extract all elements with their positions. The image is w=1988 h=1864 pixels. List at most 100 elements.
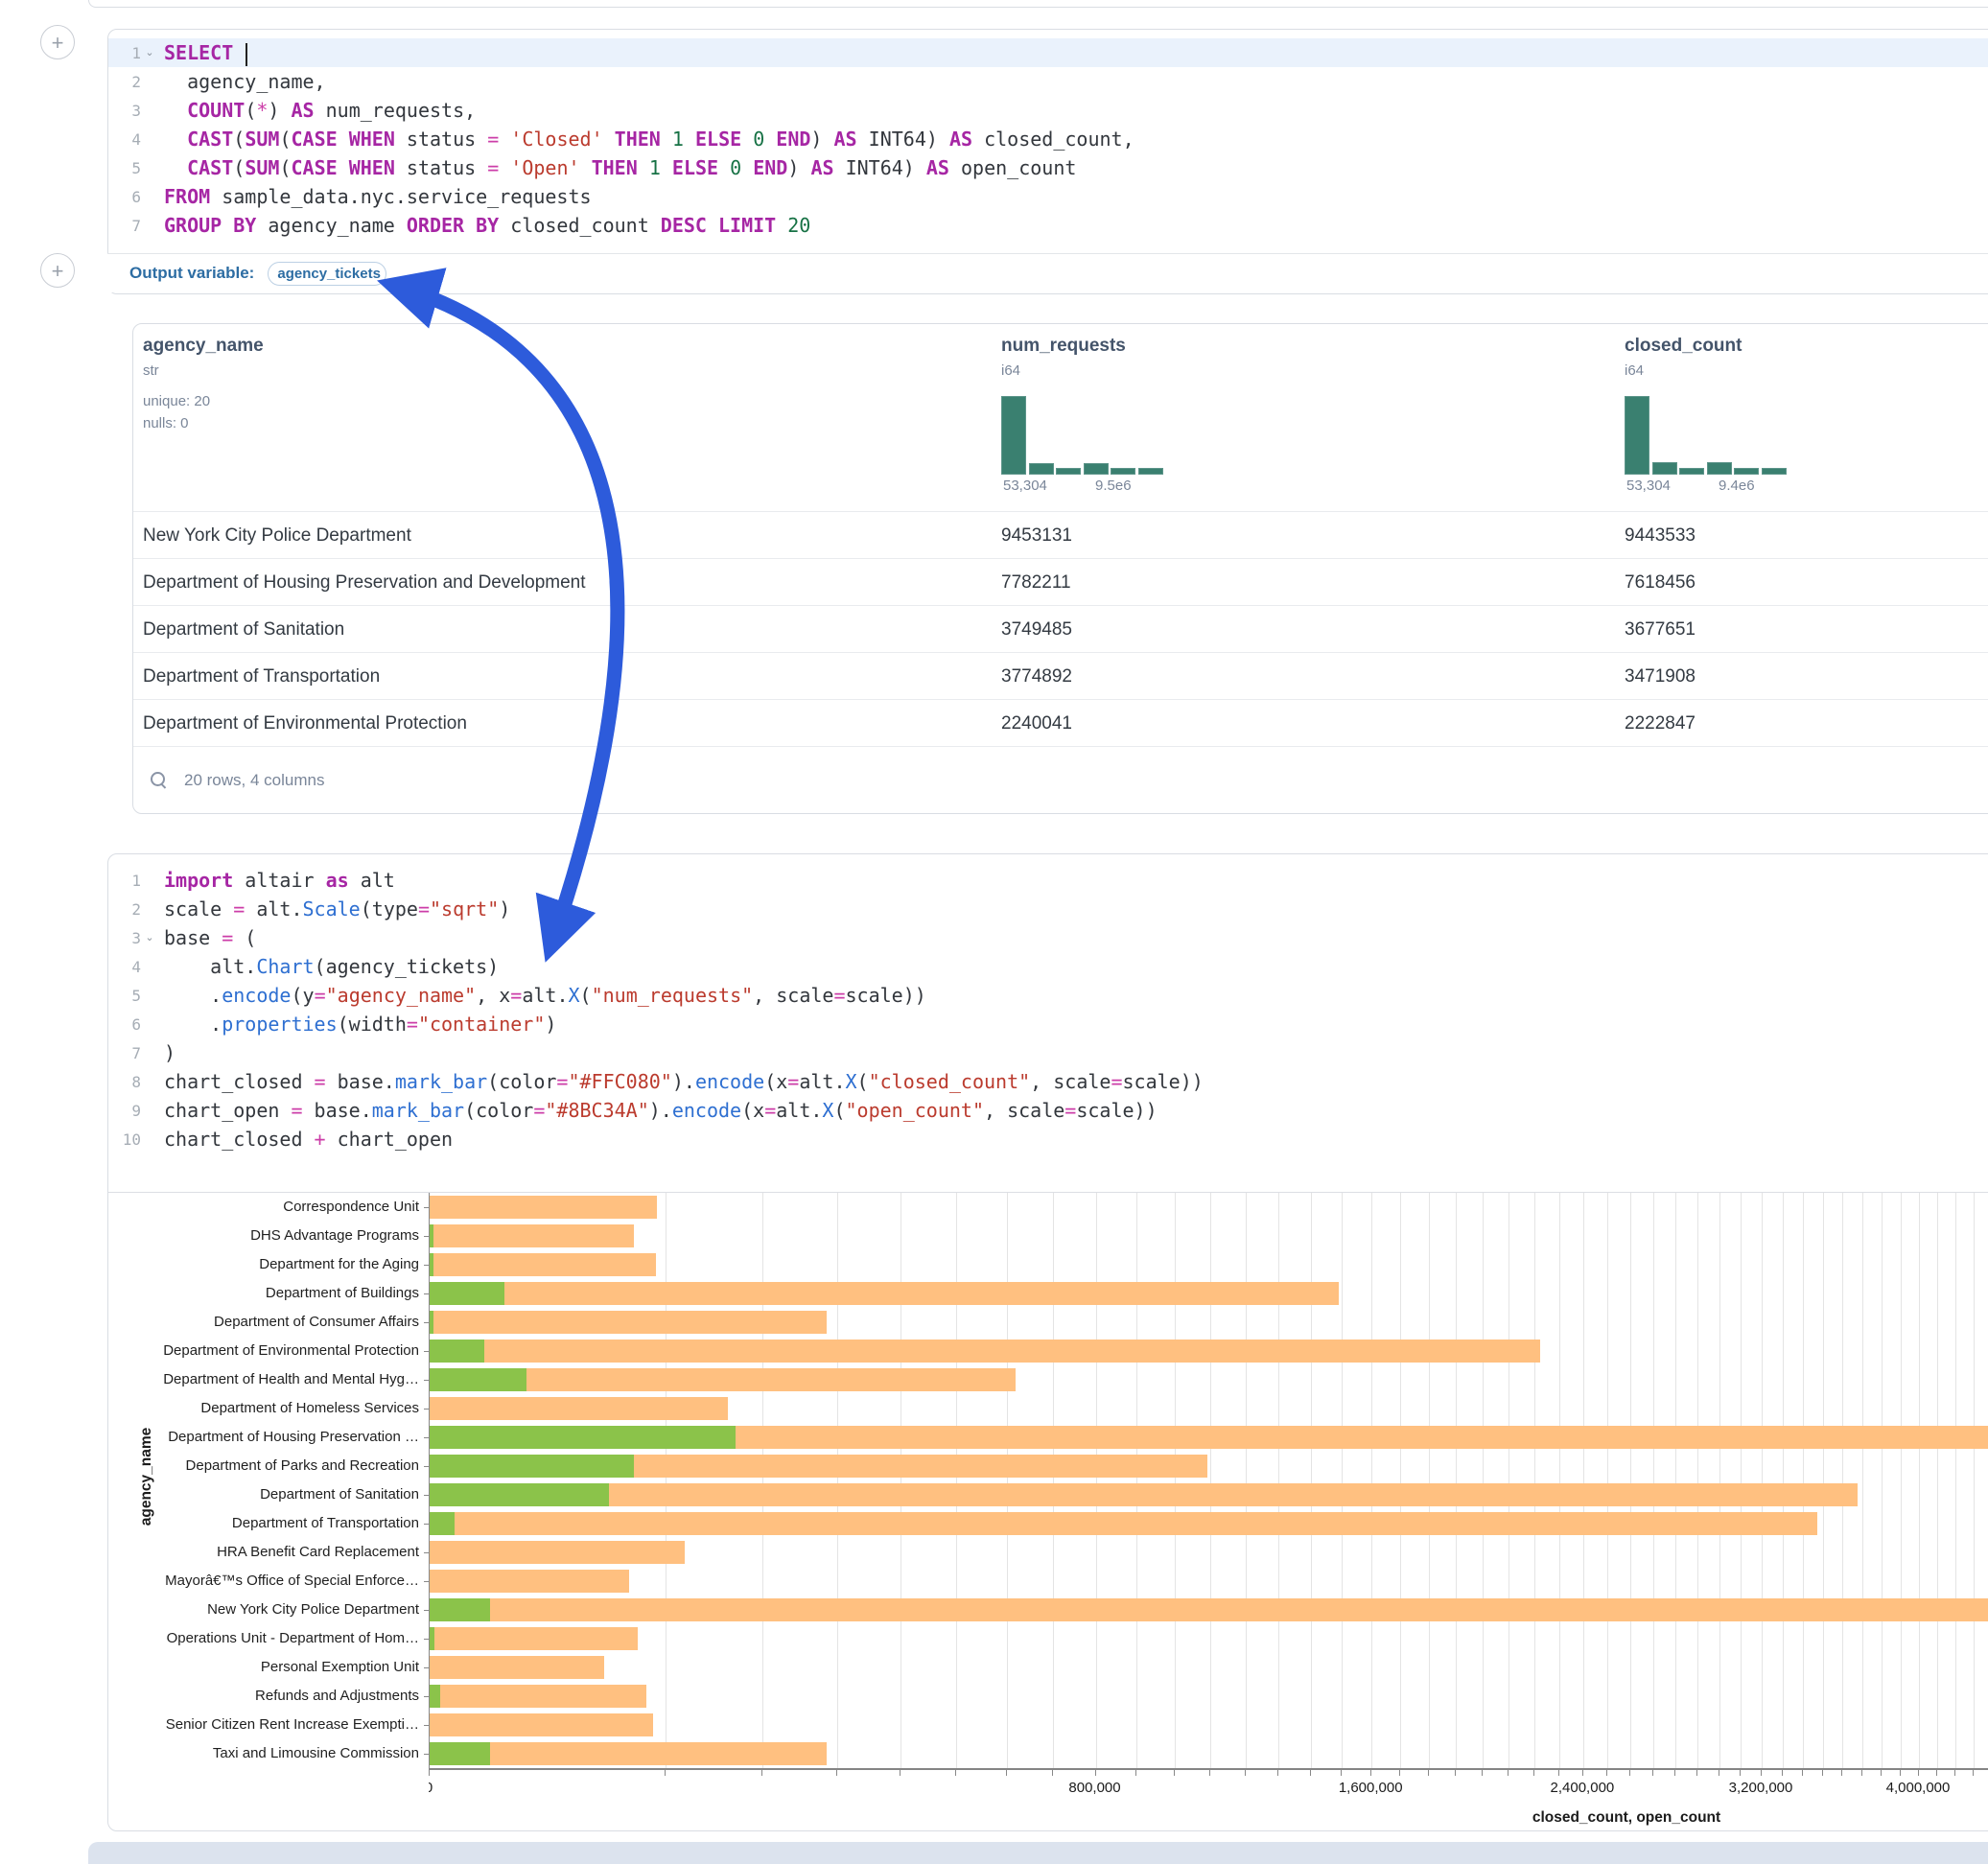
chart-gridline [1607, 1193, 1608, 1768]
chart-gridline [1278, 1193, 1279, 1768]
code-line[interactable]: 9chart_open = base.mark_bar(color="#8BC3… [108, 1096, 1988, 1125]
code-text: scale = alt.Scale(type="sqrt") [158, 895, 510, 923]
column-histogram [1001, 393, 1169, 475]
syntax-token: SUM [245, 128, 279, 151]
code-line[interactable]: 2 agency_name, [108, 67, 1988, 96]
syntax-token: "agency_name" [326, 984, 477, 1007]
syntax-token: ) [499, 897, 510, 920]
syntax-token [164, 99, 187, 122]
syntax-token: = [1111, 1070, 1122, 1093]
code-line[interactable]: 4 CAST(SUM(CASE WHEN status = 'Closed' T… [108, 125, 1988, 153]
chart-bar-closed [430, 1598, 1988, 1621]
syntax-token: ) [164, 1041, 175, 1064]
chart-gridline [1882, 1193, 1883, 1768]
table-row[interactable]: New York City Police Department945313194… [133, 511, 1988, 559]
code-line[interactable]: 3⌄base = ( [108, 923, 1988, 952]
code-line[interactable]: 4 alt.Chart(agency_tickets) [108, 952, 1988, 981]
code-line[interactable]: 10chart_closed + chart_open [108, 1125, 1988, 1153]
syntax-token: = [407, 1013, 418, 1036]
syntax-token: (color [464, 1099, 533, 1122]
syntax-token: = [833, 984, 845, 1007]
code-line[interactable]: 6 .properties(width="container") [108, 1010, 1988, 1038]
code-line[interactable]: 5 CAST(SUM(CASE WHEN status = 'Open' THE… [108, 153, 1988, 182]
chart-bar-closed [430, 1483, 1858, 1506]
chart-bar-open [430, 1455, 634, 1478]
histogram-bar [1679, 468, 1704, 475]
chart-plot-area [429, 1193, 1988, 1770]
chart-gridline [1783, 1193, 1784, 1768]
previous-cell-edge [88, 0, 1988, 8]
x-axis-tick [1558, 1770, 1559, 1776]
code-line[interactable]: 7) [108, 1038, 1988, 1067]
x-axis-tick [1973, 1770, 1974, 1776]
syntax-token: CASE [291, 156, 337, 179]
syntax-token: scale)) [1123, 1070, 1204, 1093]
chart-gridline [1483, 1193, 1484, 1768]
code-line[interactable]: 3 COUNT(*) AS num_requests, [108, 96, 1988, 125]
syntax-token: 'Open' [510, 156, 579, 179]
y-axis-label: Personal Exemption Unit [261, 1653, 419, 1682]
add-cell-button-top[interactable]: + [40, 25, 75, 59]
sql-code-editor[interactable]: 1⌄SELECT 2 agency_name,3 COUNT(*) AS num… [108, 30, 1988, 240]
syntax-token: AS [926, 156, 949, 179]
table-cell: Department of Sanitation [143, 606, 344, 653]
code-text: import altair as alt [158, 866, 395, 895]
histogram-bar [1652, 462, 1677, 475]
x-axis-tick [1399, 1770, 1400, 1776]
y-axis-label: Mayorâ€™s Office of Special Enforce… [165, 1567, 419, 1596]
syntax-token: 0 [753, 128, 764, 151]
chart-gridline [1803, 1193, 1804, 1768]
syntax-token: = [1064, 1099, 1076, 1122]
syntax-token: ( [857, 1070, 869, 1093]
code-line[interactable]: 8chart_closed = base.mark_bar(color="#FF… [108, 1067, 1988, 1096]
syntax-token [603, 128, 615, 151]
syntax-token: = [233, 897, 245, 920]
syntax-token: encode [222, 984, 291, 1007]
syntax-token [233, 41, 245, 64]
table-cell: 2222847 [1625, 700, 1696, 747]
chart-bar-open [430, 1598, 490, 1621]
chart-x-axis: 0800,0001,600,0002,400,0003,200,0004,000… [429, 1770, 1988, 1813]
code-text: .encode(y="agency_name", x=alt.X("num_re… [158, 981, 926, 1010]
fold-chevron-icon[interactable]: ⌄ [141, 38, 158, 67]
search-icon[interactable] [151, 772, 167, 788]
code-line[interactable]: 2scale = alt.Scale(type="sqrt") [108, 895, 1988, 923]
code-line[interactable]: 1⌄SELECT [108, 38, 1988, 67]
syntax-token: X [822, 1099, 833, 1122]
table-row[interactable]: Department of Environmental Protection22… [133, 699, 1988, 747]
code-text: .properties(width="container") [158, 1010, 556, 1038]
column-histogram [1625, 393, 1792, 475]
line-number: 8 [108, 1073, 141, 1091]
syntax-token: = [764, 1099, 776, 1122]
table-row[interactable]: Department of Housing Preservation and D… [133, 558, 1988, 606]
x-axis-tick [665, 1770, 666, 1776]
add-cell-button-middle[interactable]: + [40, 253, 75, 288]
next-cell-strip[interactable] [88, 1842, 1988, 1864]
code-line[interactable]: 1import altair as alt [108, 866, 1988, 895]
x-axis-tick [1095, 1770, 1096, 1776]
code-line[interactable]: 7GROUP BY agency_name ORDER BY closed_co… [108, 211, 1988, 240]
y-axis-label: Department for the Aging [259, 1250, 419, 1279]
x-axis-tick [1936, 1770, 1937, 1776]
syntax-token: mark_bar [395, 1070, 487, 1093]
chart-bar-closed [430, 1340, 1540, 1363]
syntax-token: import [164, 869, 233, 892]
syntax-token: ) [268, 99, 291, 122]
table-cell: New York City Police Department [143, 512, 411, 559]
x-axis-tick-label: 2,400,000 [1551, 1780, 1615, 1796]
output-variable-label: Output variable: [129, 264, 254, 283]
table-row[interactable]: Department of Transportation377489234719… [133, 652, 1988, 700]
x-axis-tick [1900, 1770, 1901, 1776]
python-code-editor[interactable]: 1import altair as alt2scale = alt.Scale(… [108, 854, 1988, 1153]
output-variable-pill[interactable]: agency_tickets [268, 262, 386, 286]
y-axis-label: Department of Transportation [232, 1509, 419, 1538]
code-line[interactable]: 6FROM sample_data.nyc.service_requests [108, 182, 1988, 211]
code-text: base = ( [158, 923, 256, 952]
syntax-token: encode [695, 1070, 764, 1093]
syntax-token: closed_count [499, 214, 661, 237]
y-axis-label: Department of Parks and Recreation [186, 1452, 419, 1480]
code-line[interactable]: 5 .encode(y="agency_name", x=alt.X("num_… [108, 981, 1988, 1010]
table-row[interactable]: Department of Sanitation37494853677651 [133, 605, 1988, 653]
syntax-token: alt [349, 869, 395, 892]
fold-chevron-icon[interactable]: ⌄ [141, 923, 158, 952]
